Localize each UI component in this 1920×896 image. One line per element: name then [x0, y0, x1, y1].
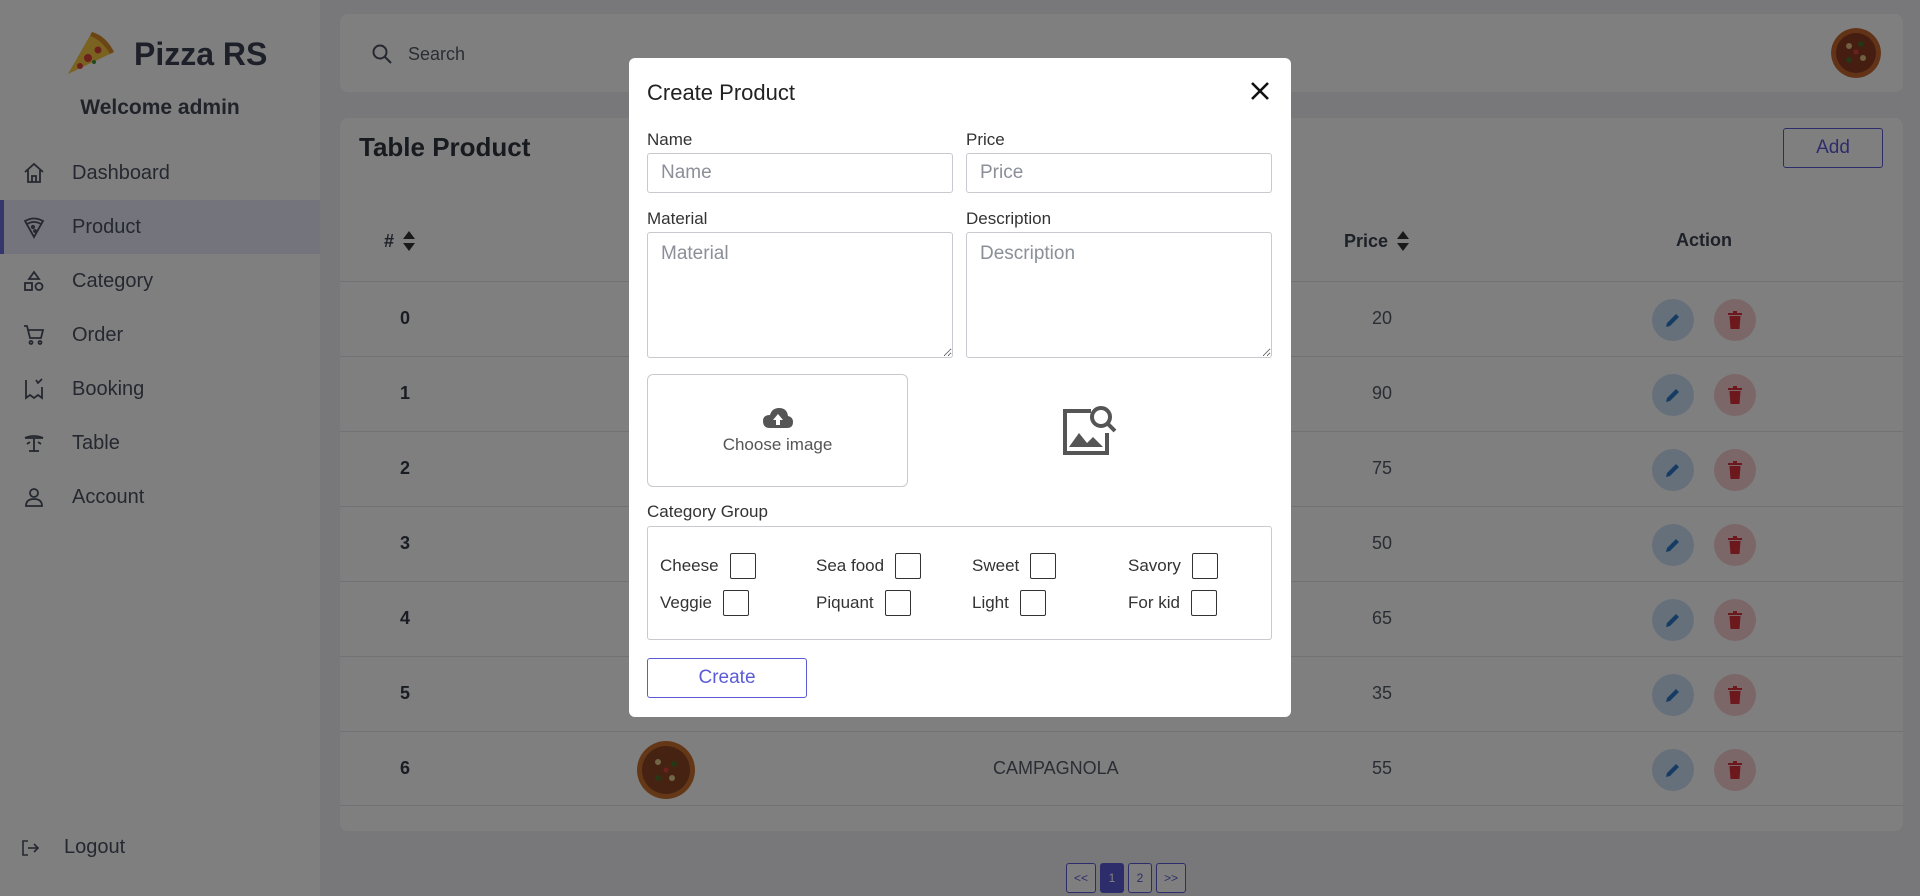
category-label: Savory: [1128, 556, 1181, 575]
description-label: Description: [966, 209, 1052, 228]
category-label: Piquant: [816, 593, 874, 612]
category-label: Sea food: [816, 556, 885, 575]
category-piquant[interactable]: Piquant: [816, 590, 911, 616]
category-label: Light: [972, 593, 1009, 612]
category-group: Cheese Sea food Sweet Savory Veggie Piqu…: [647, 526, 1272, 640]
cloud-upload-icon: [762, 407, 793, 428]
create-button[interactable]: Create: [647, 658, 807, 698]
category-savory[interactable]: Savory: [1128, 553, 1218, 579]
close-button[interactable]: [1245, 76, 1275, 106]
category-label: For kid: [1128, 593, 1180, 612]
category-label: Sweet: [972, 556, 1020, 575]
checkbox[interactable]: [1030, 553, 1057, 579]
category-label: Cheese: [660, 556, 719, 575]
name-label: Name: [647, 130, 693, 149]
checkbox[interactable]: [1190, 590, 1217, 616]
checkbox[interactable]: [729, 553, 756, 579]
category-sweet[interactable]: Sweet: [972, 553, 1057, 579]
category-cheese[interactable]: Cheese: [660, 553, 756, 579]
checkbox[interactable]: [1019, 590, 1046, 616]
category-veggie[interactable]: Veggie: [660, 590, 749, 616]
category-group-label: Category Group: [647, 502, 768, 521]
checkbox[interactable]: [884, 590, 911, 616]
create-product-modal: Create Product Name Price Material Descr…: [629, 58, 1291, 717]
choose-image-button[interactable]: Choose image: [647, 374, 908, 487]
description-textarea[interactable]: [966, 232, 1272, 358]
category-label: Veggie: [660, 593, 712, 612]
category-sea-food[interactable]: Sea food: [816, 553, 922, 579]
close-icon: [1251, 82, 1269, 100]
category-for-kid[interactable]: For kid: [1128, 590, 1217, 616]
name-input[interactable]: [647, 153, 953, 193]
checkbox[interactable]: [895, 553, 922, 579]
price-input[interactable]: [966, 153, 1272, 193]
checkbox[interactable]: [723, 590, 749, 616]
image-search-icon: [1063, 406, 1117, 455]
category-light[interactable]: Light: [972, 590, 1046, 616]
material-label: Material: [647, 209, 708, 228]
checkbox[interactable]: [1191, 553, 1218, 579]
price-label: Price: [966, 130, 1005, 149]
modal-title: Create Product: [647, 80, 795, 105]
choose-image-label: Choose image: [722, 434, 833, 454]
material-textarea[interactable]: [647, 232, 953, 358]
